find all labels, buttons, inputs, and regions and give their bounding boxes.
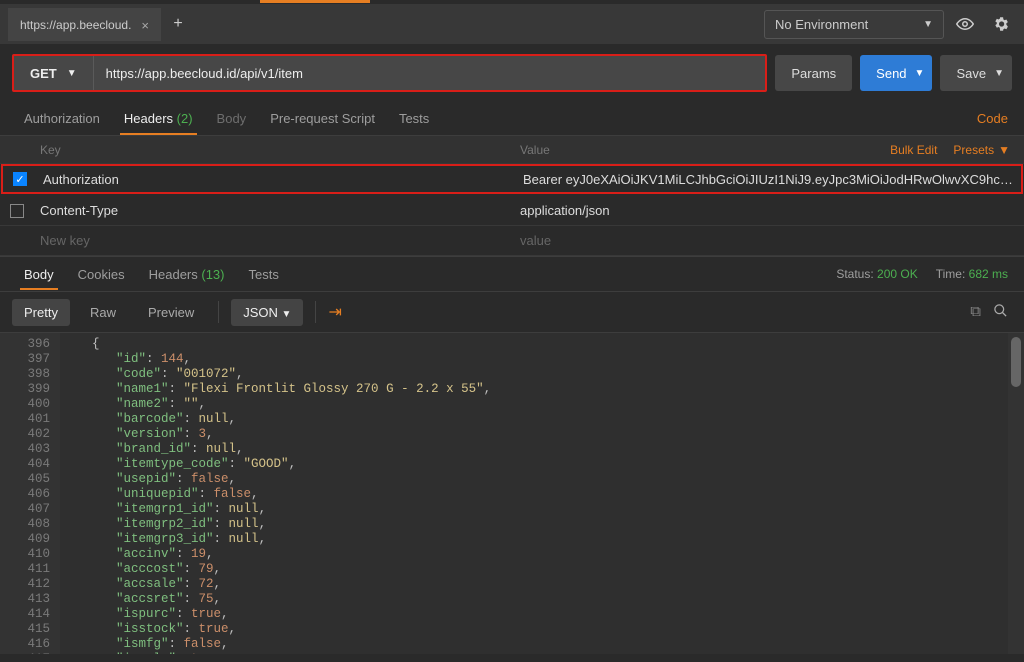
header-row[interactable]: Content-Type application/json: [0, 196, 1024, 226]
chevron-down-icon: ▼: [282, 309, 292, 320]
resp-tab-body[interactable]: Body: [12, 259, 66, 290]
tab-headers[interactable]: Headers (2): [112, 103, 205, 134]
url-input[interactable]: [94, 56, 766, 90]
format-select[interactable]: JSON ▼: [231, 299, 303, 326]
header-value[interactable]: application/json: [514, 203, 1024, 218]
eye-icon[interactable]: [950, 9, 980, 39]
header-key[interactable]: Content-Type: [34, 203, 514, 218]
tab-prerequest[interactable]: Pre-request Script: [258, 103, 387, 134]
status-label: Status: 200 OK: [836, 267, 917, 281]
column-value: Value: [514, 143, 890, 157]
environment-label: No Environment: [775, 17, 868, 32]
view-pretty[interactable]: Pretty: [12, 299, 70, 326]
copy-icon[interactable]: ⧉: [970, 303, 981, 322]
resp-tab-headers[interactable]: Headers (13): [137, 259, 237, 290]
resp-tab-tests[interactable]: Tests: [237, 259, 291, 290]
close-icon[interactable]: ×: [141, 18, 149, 33]
scrollbar-thumb[interactable]: [1011, 337, 1021, 387]
wrap-icon[interactable]: ⇥: [328, 302, 341, 322]
header-row[interactable]: ✓ Authorization Bearer eyJ0eXAiOiJKV1MiL…: [1, 164, 1023, 194]
request-tab-title: https://app.beecloud.: [20, 18, 131, 32]
code-link[interactable]: Code: [977, 111, 1012, 126]
resp-tab-cookies[interactable]: Cookies: [66, 259, 137, 290]
tab-body[interactable]: Body: [205, 103, 259, 134]
gear-icon[interactable]: [986, 9, 1016, 39]
environment-select[interactable]: No Environment ▼: [764, 10, 944, 39]
tab-authorization[interactable]: Authorization: [12, 103, 112, 134]
bulk-edit-link[interactable]: Bulk Edit: [890, 143, 937, 157]
column-key: Key: [34, 143, 514, 157]
search-icon[interactable]: [993, 303, 1008, 322]
chevron-down-icon: ▼: [67, 68, 77, 79]
method-select[interactable]: GET ▼: [14, 56, 94, 90]
presets-link[interactable]: Presets ▼: [953, 143, 1010, 157]
response-body: 3963973983994004014024034044054064074084…: [0, 332, 1024, 654]
checkbox-icon[interactable]: ✓: [13, 172, 27, 186]
chevron-down-icon: ▼: [994, 68, 1004, 79]
header-value[interactable]: Bearer eyJ0eXAiOiJKV1MiLCJhbGciOiJIUzI1N…: [517, 172, 1021, 187]
chevron-down-icon: ▼: [998, 143, 1010, 157]
save-button[interactable]: Save ▼: [940, 55, 1012, 91]
header-key-placeholder[interactable]: New key: [34, 233, 514, 248]
request-tab[interactable]: https://app.beecloud. ×: [8, 8, 161, 41]
header-key[interactable]: Authorization: [37, 172, 517, 187]
header-value-placeholder[interactable]: value: [514, 233, 1024, 248]
view-preview[interactable]: Preview: [136, 299, 206, 326]
view-raw[interactable]: Raw: [78, 299, 128, 326]
time-label: Time: 682 ms: [936, 267, 1008, 281]
params-button[interactable]: Params: [775, 55, 852, 91]
chevron-down-icon: ▼: [923, 19, 933, 30]
tab-tests[interactable]: Tests: [387, 103, 441, 134]
new-tab-button[interactable]: +: [163, 9, 193, 39]
chevron-down-icon: ▼: [915, 68, 925, 79]
checkbox-icon[interactable]: [10, 204, 24, 218]
method-label: GET: [30, 66, 57, 81]
header-row-empty[interactable]: New key value: [0, 226, 1024, 256]
send-button[interactable]: Send ▼: [860, 55, 932, 91]
scrollbar[interactable]: [1008, 333, 1024, 654]
